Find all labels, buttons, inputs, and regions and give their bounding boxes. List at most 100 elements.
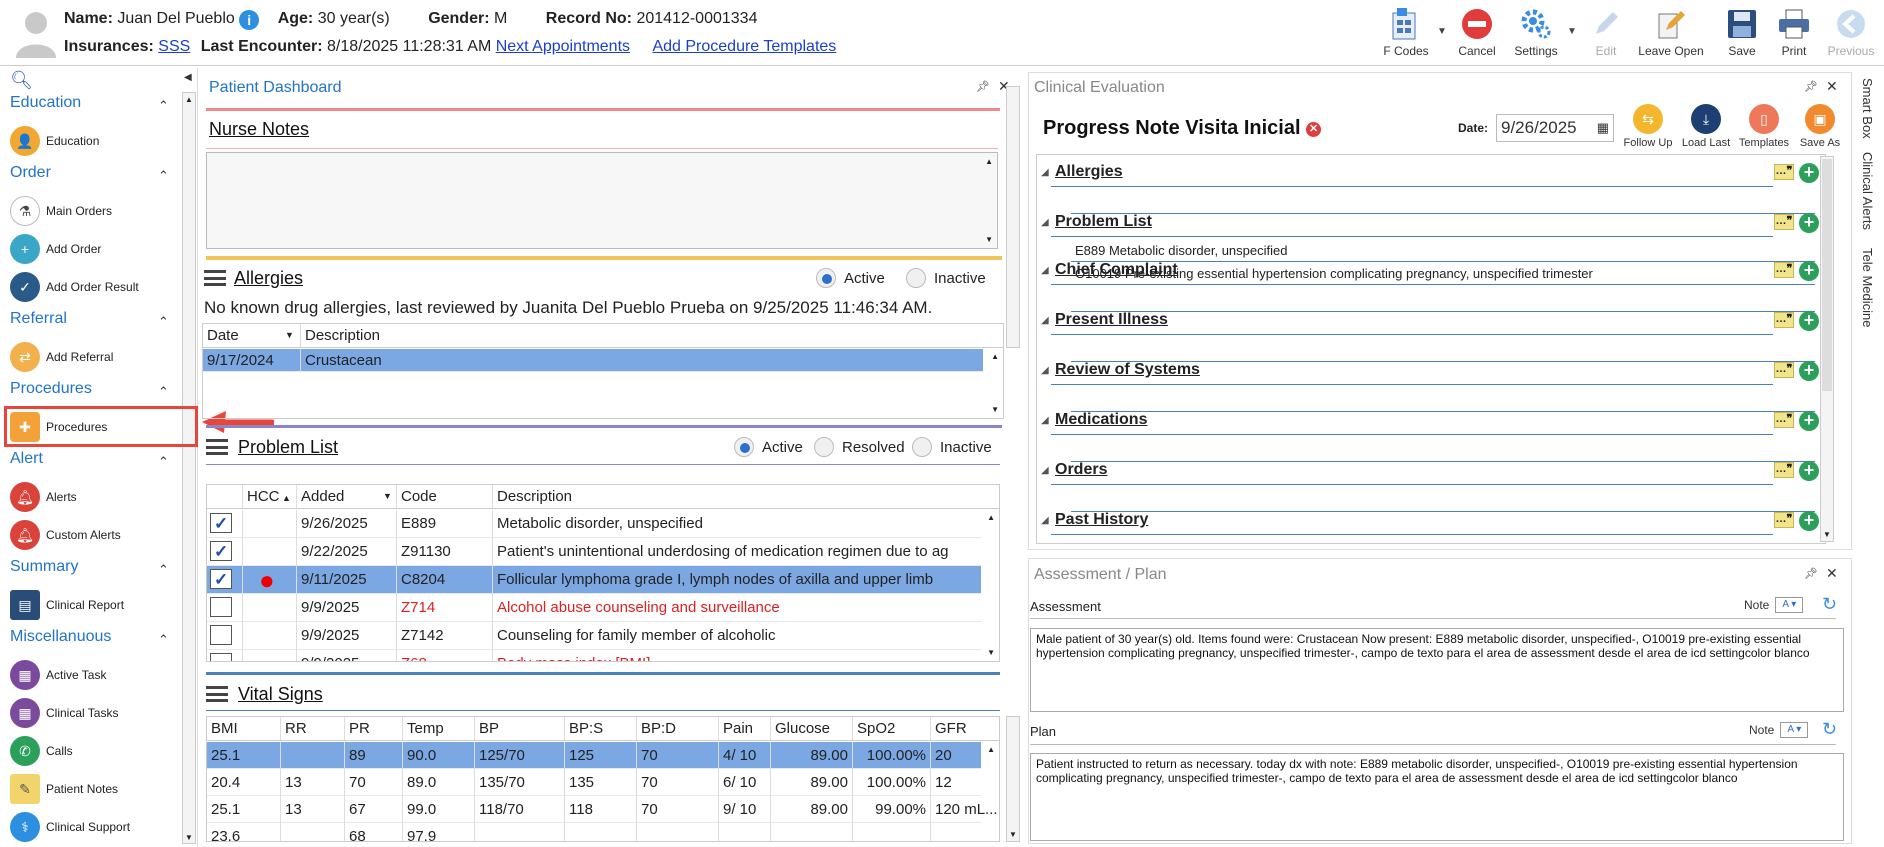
chevron-up-icon[interactable]: ⌃: [158, 168, 169, 184]
tab-smart-box[interactable]: Smart Box: [1860, 78, 1875, 139]
clinical-scrollbar[interactable]: ▼: [1820, 156, 1834, 542]
load-last-button[interactable]: ⤓ Load Last: [1680, 104, 1732, 149]
sidebar-item-calls[interactable]: ✆ Calls: [10, 734, 190, 768]
info-icon[interactable]: i: [239, 10, 260, 30]
table-row[interactable]: 25.1 89 90.0 125/70 125 70 4/ 10 89.00 100.00% 20: [207, 742, 981, 769]
section-label[interactable]: Problem List: [1055, 213, 1152, 231]
column-header-bpd[interactable]: BP:D: [637, 717, 719, 740]
ce-section-medications[interactable]: ◢ Medications …❞ +: [1039, 411, 1819, 462]
expand-triangle-icon[interactable]: ◢: [1041, 515, 1049, 526]
table-row[interactable]: 9/22/2025Z91130Patient's unintentional u…: [207, 538, 981, 566]
column-header-pain[interactable]: Pain: [719, 717, 771, 740]
column-header-bmi[interactable]: BMI: [207, 717, 281, 740]
expand-triangle-icon[interactable]: ◢: [1041, 365, 1049, 376]
problem-inactive-radio[interactable]: Inactive: [912, 437, 992, 457]
sidebar-item-clinical-tasks[interactable]: ▦ Clinical Tasks: [10, 696, 190, 730]
templates-button[interactable]: ▯ Templates: [1738, 104, 1790, 149]
add-icon[interactable]: +: [1799, 461, 1819, 481]
leave-open-button[interactable]: Leave Open: [1636, 6, 1706, 62]
checkbox[interactable]: [210, 597, 232, 617]
quote-icon[interactable]: …❞: [1774, 362, 1794, 378]
section-referral[interactable]: Referral: [10, 310, 67, 328]
save-button[interactable]: Save: [1720, 6, 1764, 62]
settings-button[interactable]: Settings: [1508, 6, 1564, 62]
follow-up-button[interactable]: ⇆ Follow Up: [1622, 104, 1674, 149]
table-row[interactable]: 20.4 13 70 89.0 135/70 135 70 6/ 10 89.00 100.00%…: [207, 769, 981, 796]
previous-button[interactable]: Previous: [1824, 6, 1878, 62]
tab-tele-medicine[interactable]: Tele Medicine: [1860, 248, 1875, 328]
ce-section-allergies[interactable]: ◢ Allergies …❞ +: [1039, 163, 1819, 214]
expand-triangle-icon[interactable]: ◢: [1041, 265, 1049, 276]
allergies-active-radio[interactable]: Active: [816, 268, 885, 288]
column-header-code[interactable]: Code: [397, 485, 493, 508]
sidebar-item-custom-alerts[interactable]: 🔔︎ Custom Alerts: [10, 518, 190, 552]
nurse-notes-textarea[interactable]: ▲ ▼: [206, 152, 998, 249]
scroll-up-icon[interactable]: ▲: [185, 95, 193, 104]
expand-triangle-icon[interactable]: ◢: [1041, 167, 1049, 178]
scroll-down-icon[interactable]: ▼: [1823, 530, 1831, 539]
section-education[interactable]: Education: [10, 94, 81, 112]
vital-signs-menu-icon[interactable]: [206, 686, 228, 702]
scroll-up-icon[interactable]: ▲: [991, 352, 999, 361]
ce-section-present-illness[interactable]: ◢ Present Illness …❞ +: [1039, 311, 1819, 362]
fcodes-dropdown-icon[interactable]: ▼: [1437, 26, 1447, 37]
sidebar-item-add-order-result[interactable]: ✓ Add Order Result: [10, 270, 190, 304]
pin-icon[interactable]: 📌︎: [1804, 80, 1818, 93]
table-row[interactable]: 9/9/2025Z68Body mass index [BMI]: [207, 650, 981, 661]
quote-icon[interactable]: …❞: [1774, 512, 1794, 528]
section-label[interactable]: Past History: [1055, 511, 1148, 529]
table-row[interactable]: 9/17/2024 Crustacean: [203, 349, 983, 372]
note-format-select[interactable]: A ▾: [1780, 722, 1809, 738]
ce-section-problem-list[interactable]: ◢ Problem List …❞ + E889 Metabolic disorder,…: [1039, 213, 1819, 285]
add-icon[interactable]: +: [1799, 361, 1819, 381]
chevron-up-icon[interactable]: ⌃: [158, 562, 169, 578]
section-miscellanuous[interactable]: Miscellanuous: [10, 628, 111, 646]
remove-note-icon[interactable]: ✕: [1306, 122, 1322, 137]
ce-section-chief-complaint[interactable]: ◢ Chief Complaint …❞ +: [1039, 261, 1819, 312]
section-label[interactable]: Review of Systems: [1055, 361, 1200, 379]
section-summary[interactable]: Summary: [10, 558, 78, 576]
chevron-up-icon[interactable]: ⌃: [158, 314, 169, 330]
chevron-up-icon[interactable]: ⌃: [158, 98, 169, 114]
pin-icon[interactable]: 📌︎: [976, 80, 990, 93]
checkbox[interactable]: [210, 568, 232, 591]
quote-icon[interactable]: …❞: [1774, 462, 1794, 478]
problem-resolved-radio[interactable]: Resolved: [814, 437, 905, 457]
ce-section-past-history[interactable]: ◢ Past History …❞ +: [1039, 511, 1819, 535]
problem-active-radio[interactable]: Active: [734, 437, 803, 457]
scroll-up-icon[interactable]: ▲: [985, 157, 993, 166]
expand-triangle-icon[interactable]: ◢: [1041, 315, 1049, 326]
sidebar-item-patient-notes[interactable]: ✎ Patient Notes: [10, 772, 190, 806]
column-header-glucose[interactable]: Glucose: [771, 717, 853, 740]
fcodes-button[interactable]: F Codes: [1376, 6, 1436, 62]
dashboard-scrollbar[interactable]: [1006, 86, 1020, 348]
add-icon[interactable]: +: [1799, 511, 1819, 531]
calendar-icon[interactable]: ▦: [1597, 115, 1609, 141]
column-header-spo2[interactable]: SpO2: [853, 717, 931, 740]
section-order[interactable]: Order: [10, 164, 51, 182]
column-header-hcc[interactable]: HCC ▲: [243, 485, 297, 508]
chevron-up-icon[interactable]: ⌃: [158, 632, 169, 648]
ce-section-item[interactable]: E889 Metabolic disorder, unspecified: [1075, 243, 1287, 258]
note-format-select[interactable]: A ▾: [1775, 597, 1804, 613]
table-row[interactable]: ●9/11/2025C8204Follicular lymphoma grade…: [207, 566, 981, 594]
add-icon[interactable]: +: [1799, 261, 1819, 281]
scroll-up-icon[interactable]: ▲: [987, 513, 995, 522]
table-row[interactable]: 9/9/2025 Z714 Alcohol abuse counseling and…: [207, 594, 981, 622]
table-row[interactable]: 25.1 13 67 99.0 118/70 118 70 9/ 10 89.00 99.00% 1…: [207, 796, 998, 823]
scroll-down-icon[interactable]: ▼: [1009, 830, 1017, 839]
column-header-pr[interactable]: PR: [345, 717, 403, 740]
scroll-thumb[interactable]: [1822, 159, 1832, 391]
scroll-down-icon[interactable]: ▼: [991, 405, 999, 414]
quote-icon[interactable]: …❞: [1774, 214, 1794, 230]
settings-dropdown-icon[interactable]: ▼: [1567, 26, 1577, 37]
quote-icon[interactable]: …❞: [1774, 164, 1794, 180]
save-as-button[interactable]: ▣ Save As: [1794, 104, 1846, 149]
column-header-description[interactable]: Description: [493, 485, 999, 508]
close-icon[interactable]: ✕: [1826, 78, 1838, 95]
ce-section-review-of-systems[interactable]: ◢ Review of Systems …❞ +: [1039, 361, 1819, 412]
quote-icon[interactable]: …❞: [1774, 262, 1794, 278]
insurance-link[interactable]: SSS: [158, 38, 190, 55]
refresh-icon[interactable]: ↻: [1822, 594, 1837, 615]
table-row[interactable]: 9/9/2025 Z7142 Counseling for family membe…: [207, 622, 981, 650]
